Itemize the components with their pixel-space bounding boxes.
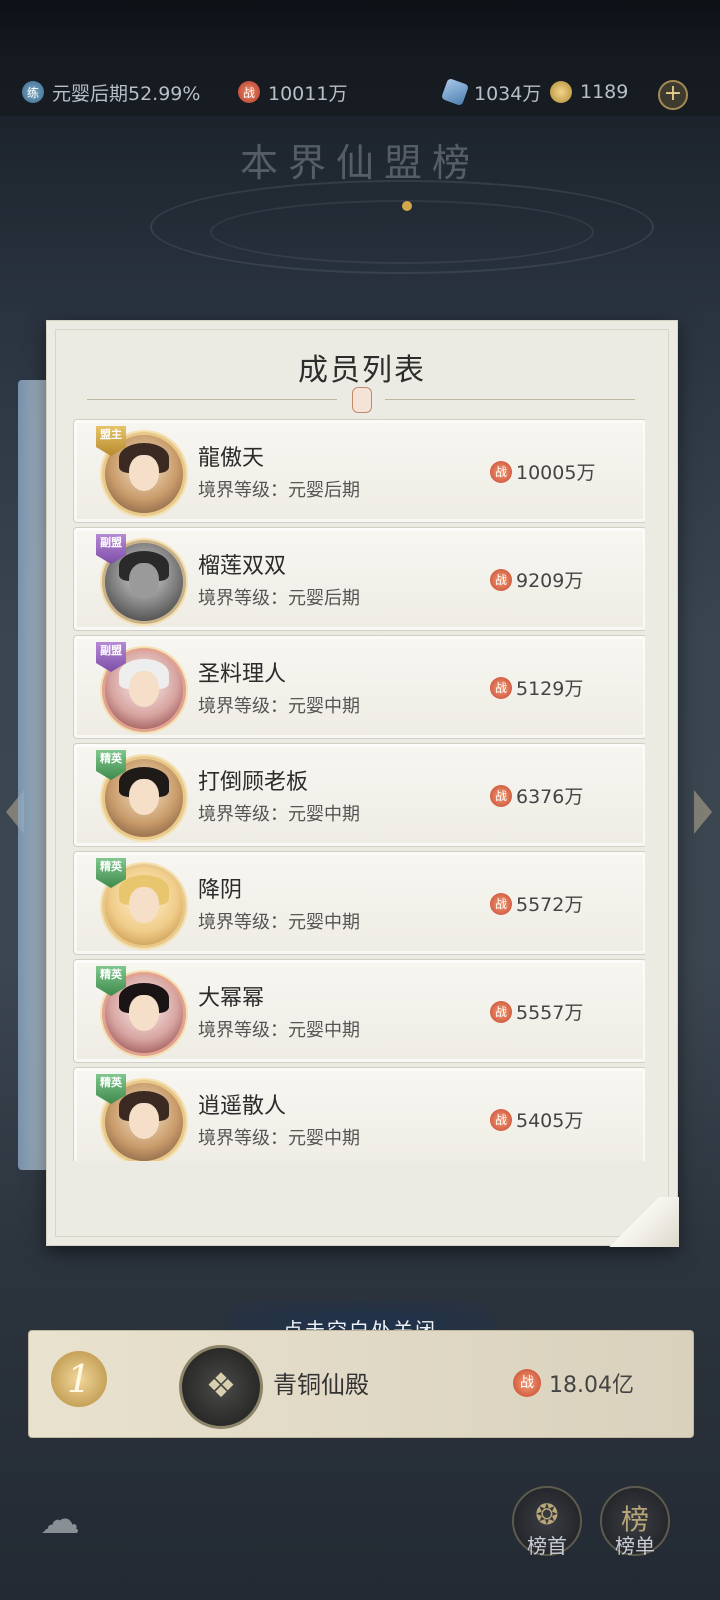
member-power: 战 9209万: [490, 566, 583, 593]
rank-number-badge: 1: [51, 1351, 107, 1407]
member-name: 榴莲双双: [198, 554, 287, 579]
power-icon: 战: [490, 784, 512, 807]
member-power-value: 6376万: [516, 786, 584, 808]
next-page-arrow-icon[interactable]: [694, 790, 712, 834]
member-power-value: 10005万: [516, 462, 596, 484]
crystal-icon: [440, 77, 470, 107]
top-strip: [0, 0, 720, 68]
rank-list-button[interactable]: 榜 榜单: [600, 1486, 670, 1558]
realm-icon: 练: [22, 81, 44, 103]
back-sheet-decoration: [18, 380, 48, 1170]
power-icon: 战: [490, 1000, 512, 1023]
member-name: 打倒顾老板: [198, 770, 309, 795]
background-title: 本界仙盟榜: [239, 141, 480, 185]
guild-name: 青铜仙殿: [273, 1371, 369, 1399]
power-icon: 战: [490, 568, 512, 591]
member-realm: 境界等级：元婴中期: [198, 912, 360, 933]
member-row[interactable]: 副盟 圣料理人 境界等级：元婴中期 战 5129万: [73, 635, 645, 739]
member-power-value: 5129万: [516, 678, 584, 700]
member-name: 圣料理人: [198, 662, 287, 687]
member-power: 战 6376万: [490, 782, 583, 809]
member-realm: 境界等级：元婴后期: [198, 480, 360, 501]
guild-power: 战 18.04亿: [513, 1367, 634, 1399]
power-icon: 战: [490, 892, 512, 915]
member-list[interactable]: 盟主 龍傲天 境界等级：元婴后期 战 10005万 副盟 榴莲双双 境界等级：元婴…: [73, 419, 645, 1161]
member-row[interactable]: 精英 逍遥散人 境界等级：元婴中期 战 5405万: [73, 1067, 645, 1161]
gold-orb-decoration: [402, 201, 412, 211]
crystal-count: 1034万: [440, 77, 542, 107]
member-realm: 境界等级：元婴中期: [198, 696, 360, 717]
panel-title: 成员列表: [298, 353, 426, 388]
member-name: 降阴: [198, 878, 243, 903]
dragon-head-icon: ❂: [535, 1498, 559, 1531]
title-divider-right: [385, 399, 635, 400]
member-power: 战 5129万: [490, 674, 583, 701]
guild-power-value: 18.04亿: [549, 1373, 634, 1398]
realm-progress: 练 元婴后期52.99%: [22, 78, 200, 106]
member-row[interactable]: 精英 降阴 境界等级：元婴中期 战 5572万: [73, 851, 645, 955]
coin-count-text: 1189: [580, 81, 629, 103]
power-icon: 战: [490, 460, 512, 483]
power-icon: 战: [238, 81, 260, 103]
add-currency-button[interactable]: +: [658, 80, 688, 110]
top-rank-button[interactable]: ❂ 榜首: [512, 1486, 582, 1558]
member-power: 战 5557万: [490, 998, 583, 1025]
guild-emblem-icon: [179, 1345, 263, 1429]
seal-icon: [352, 387, 372, 413]
realm-progress-text: 元婴后期52.99%: [52, 82, 201, 105]
member-realm: 境界等级：元婴中期: [198, 1020, 360, 1041]
member-power-value: 9209万: [516, 570, 584, 592]
member-power-value: 5572万: [516, 894, 584, 916]
resource-bar: 练 元婴后期52.99% 战 10011万 1034万 1189: [0, 68, 720, 116]
power-icon: 战: [513, 1369, 541, 1397]
member-realm: 境界等级：元婴中期: [198, 804, 360, 825]
member-power: 战 5572万: [490, 890, 583, 917]
member-row[interactable]: 盟主 龍傲天 境界等级：元婴后期 战 10005万: [73, 419, 645, 523]
member-name: 大幂幂: [198, 986, 265, 1011]
member-power-value: 5405万: [516, 1110, 584, 1132]
rank-list-label: 榜单: [615, 1534, 655, 1558]
member-list-panel: 成员列表 盟主 龍傲天 境界等级：元婴后期 战 10005万 副盟 榴莲双双 境界…: [46, 320, 679, 1247]
member-power: 战 5405万: [490, 1106, 583, 1133]
coin-count: 1189: [550, 78, 628, 106]
power-icon: 战: [490, 676, 512, 699]
cloud-emblem-icon: ☁: [40, 1497, 80, 1543]
member-power-value: 5557万: [516, 1002, 584, 1024]
member-realm: 境界等级：元婴中期: [198, 1128, 360, 1149]
top-rank-label: 榜首: [527, 1534, 567, 1558]
crystal-count-text: 1034万: [474, 82, 542, 105]
power-total-text: 10011万: [268, 82, 348, 105]
title-divider-left: [87, 399, 337, 400]
member-name: 逍遥散人: [198, 1094, 287, 1119]
member-row[interactable]: 副盟 榴莲双双 境界等级：元婴后期 战 9209万: [73, 527, 645, 631]
guild-rank-bar[interactable]: 1 青铜仙殿 战 18.04亿: [28, 1330, 694, 1438]
coin-icon: [550, 81, 572, 103]
page-curl-decoration: [589, 1197, 679, 1247]
member-power: 战 10005万: [490, 458, 595, 485]
member-row[interactable]: 精英 大幂幂 境界等级：元婴中期 战 5557万: [73, 959, 645, 1063]
power-icon: 战: [490, 1108, 512, 1131]
power-total: 战 10011万: [238, 78, 347, 106]
member-row[interactable]: 精英 打倒顾老板 境界等级：元婴中期 战 6376万: [73, 743, 645, 847]
member-realm: 境界等级：元婴后期: [198, 588, 360, 609]
cloud-swirl-decoration-inner: [210, 200, 594, 264]
member-name: 龍傲天: [198, 446, 265, 471]
